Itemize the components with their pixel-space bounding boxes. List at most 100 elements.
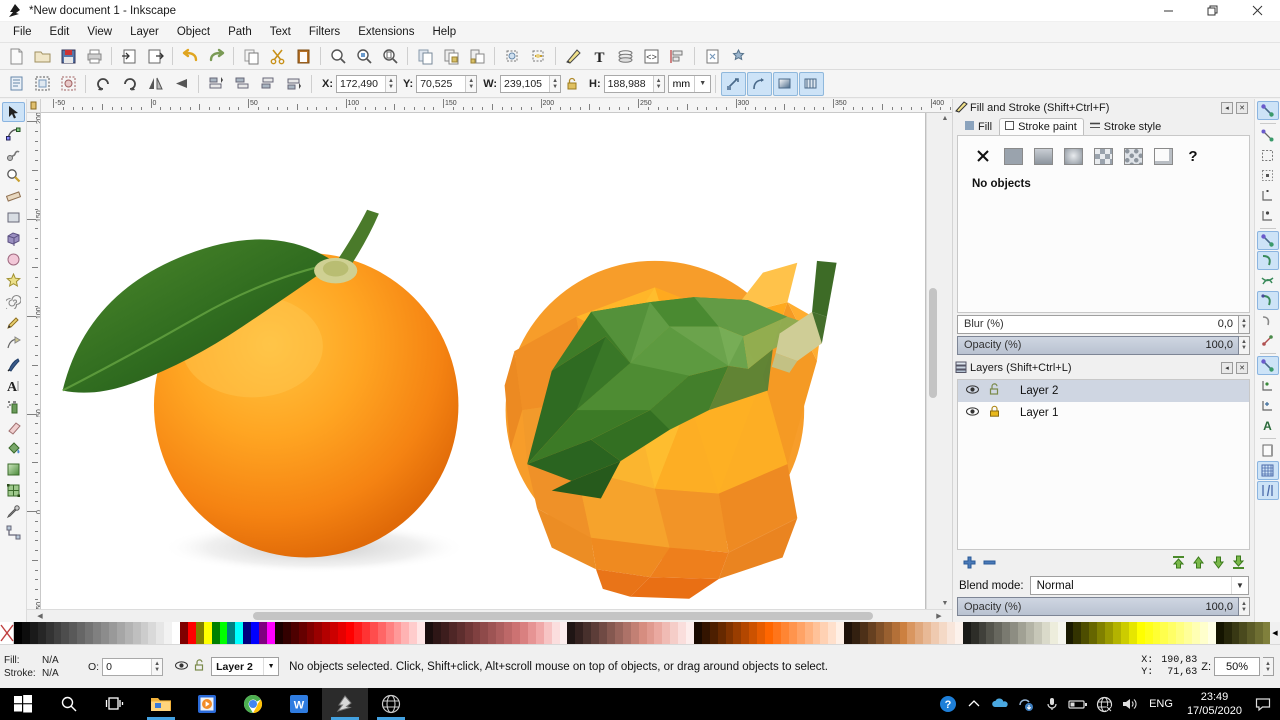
chevron-down-icon[interactable]: ▼ [694, 75, 710, 92]
snap-text-baseline-button[interactable]: A [1257, 416, 1279, 435]
pencil-tool[interactable] [2, 312, 25, 332]
palette-swatch[interactable] [1002, 622, 1011, 644]
chevron-down-icon[interactable]: ▼ [263, 658, 278, 675]
measure-tool[interactable] [2, 186, 25, 206]
palette-swatch[interactable] [875, 622, 884, 644]
layer-row[interactable]: Layer 1 [958, 402, 1249, 424]
palette-swatch[interactable] [1215, 622, 1224, 644]
palette-swatch[interactable] [606, 622, 615, 644]
rotate-cw-button[interactable] [117, 72, 142, 96]
menu-object[interactable]: Object [168, 24, 219, 40]
scroll-up-arrow-icon[interactable]: ▲ [942, 115, 949, 122]
palette-swatch[interactable] [662, 622, 671, 644]
select-all-button[interactable] [4, 72, 29, 96]
palette-swatch[interactable] [203, 622, 212, 644]
lock-ratio-icon[interactable] [561, 77, 583, 90]
palette-swatch[interactable] [757, 622, 766, 644]
wondershare-button[interactable]: W [276, 688, 322, 720]
height-field[interactable]: ▲▼ [603, 74, 665, 93]
menu-view[interactable]: View [78, 24, 121, 40]
box3d-tool[interactable] [2, 228, 25, 248]
palette-swatch[interactable] [1168, 622, 1177, 644]
blur-spinner[interactable]: ▲ ▼ [1239, 314, 1250, 334]
layer-opacity-spinner[interactable]: ▲ ▼ [1239, 597, 1250, 616]
snap-enable-button[interactable] [1256, 101, 1279, 120]
palette-swatch[interactable] [1065, 622, 1074, 644]
scroll-right-arrow-icon[interactable]: ▶ [936, 612, 941, 620]
new-document-button[interactable] [4, 44, 29, 68]
eye-icon[interactable] [966, 406, 979, 420]
palette-swatch[interactable] [274, 622, 283, 644]
palette-swatch[interactable] [108, 622, 117, 644]
palette-swatch[interactable] [804, 622, 813, 644]
palette-swatch[interactable] [907, 622, 916, 644]
update-tray-icon[interactable] [1013, 688, 1039, 720]
palette-swatch[interactable] [361, 622, 370, 644]
duplicate-button[interactable] [413, 44, 438, 68]
layer-opacity-slider[interactable]: Opacity (%) 100,0 [957, 597, 1239, 616]
palette-swatch[interactable] [259, 622, 267, 644]
zoom-tool[interactable] [2, 165, 25, 185]
raise-button[interactable] [256, 72, 281, 96]
palette-swatch[interactable] [1128, 622, 1137, 644]
menu-path[interactable]: Path [219, 24, 261, 40]
status-opacity-spinner[interactable]: ▲ ▼ [151, 658, 163, 675]
select-all-in-all-layers-button[interactable] [30, 72, 55, 96]
affect-patterns-button[interactable] [798, 71, 824, 96]
linear-gradient-button[interactable] [1032, 146, 1054, 166]
menu-help[interactable]: Help [423, 24, 465, 40]
palette-swatch[interactable] [1207, 622, 1216, 644]
save-document-button[interactable] [56, 44, 81, 68]
palette-swatch[interactable] [472, 622, 481, 644]
fill-opacity-spinner[interactable]: ▲ ▼ [1239, 335, 1250, 355]
align-and-distribute-button[interactable] [665, 44, 690, 68]
palette-swatch[interactable] [883, 622, 892, 644]
palette-swatch[interactable] [638, 622, 647, 644]
star-tool[interactable] [2, 270, 25, 290]
layer-lower-button[interactable] [1208, 552, 1228, 572]
paste-button[interactable] [291, 44, 316, 68]
palette-swatch[interactable] [693, 622, 702, 644]
palette-swatch[interactable] [243, 622, 252, 644]
chevron-down-icon[interactable]: ▼ [1231, 577, 1248, 594]
close-button[interactable] [1234, 0, 1280, 22]
menu-layer[interactable]: Layer [121, 24, 168, 40]
palette-swatch[interactable] [267, 622, 275, 644]
gradient-tool[interactable] [2, 459, 25, 479]
palette-swatch[interactable] [306, 622, 315, 644]
palette-swatch[interactable] [1192, 622, 1200, 644]
layer-name[interactable]: Layer 1 [1020, 407, 1058, 419]
palette-swatch[interactable] [172, 622, 181, 644]
palette-swatch[interactable] [670, 622, 679, 644]
palette-swatch[interactable] [741, 622, 750, 644]
palette-swatch[interactable] [1176, 622, 1185, 644]
palette-swatch[interactable] [385, 622, 394, 644]
palette-swatch[interactable] [859, 622, 868, 644]
eye-icon[interactable] [966, 384, 979, 398]
media-player-button[interactable] [184, 688, 230, 720]
palette-swatch[interactable] [891, 622, 900, 644]
palette-swatch[interactable] [440, 622, 449, 644]
palette-swatch[interactable] [1049, 622, 1058, 644]
snap-cusp-nodes-button[interactable] [1256, 291, 1279, 310]
unit-selector[interactable]: mm ▼ [667, 74, 712, 93]
zoom-field[interactable]: 50% [1214, 657, 1260, 676]
palette-swatch[interactable] [21, 622, 30, 644]
palette-swatch[interactable] [654, 622, 663, 644]
snap-grid-button[interactable] [1256, 461, 1279, 480]
spiral-tool[interactable] [2, 291, 25, 311]
deselect-button[interactable] [56, 72, 81, 96]
palette-swatch[interactable] [551, 622, 560, 644]
palette-swatch[interactable] [211, 622, 220, 644]
height-input[interactable] [604, 75, 653, 92]
palette-swatch[interactable] [417, 622, 426, 644]
palette-swatch[interactable] [954, 622, 963, 644]
palette-swatch[interactable] [77, 622, 86, 644]
scroll-left-arrow-icon[interactable]: ◀ [37, 612, 42, 620]
palette-swatch[interactable] [986, 622, 995, 644]
unlink-clone-button[interactable] [526, 44, 551, 68]
status-opacity-input[interactable] [103, 658, 152, 675]
palette-swatch[interactable] [820, 622, 829, 644]
zoom-page-button[interactable] [378, 44, 403, 68]
palette-swatch[interactable] [559, 622, 568, 644]
